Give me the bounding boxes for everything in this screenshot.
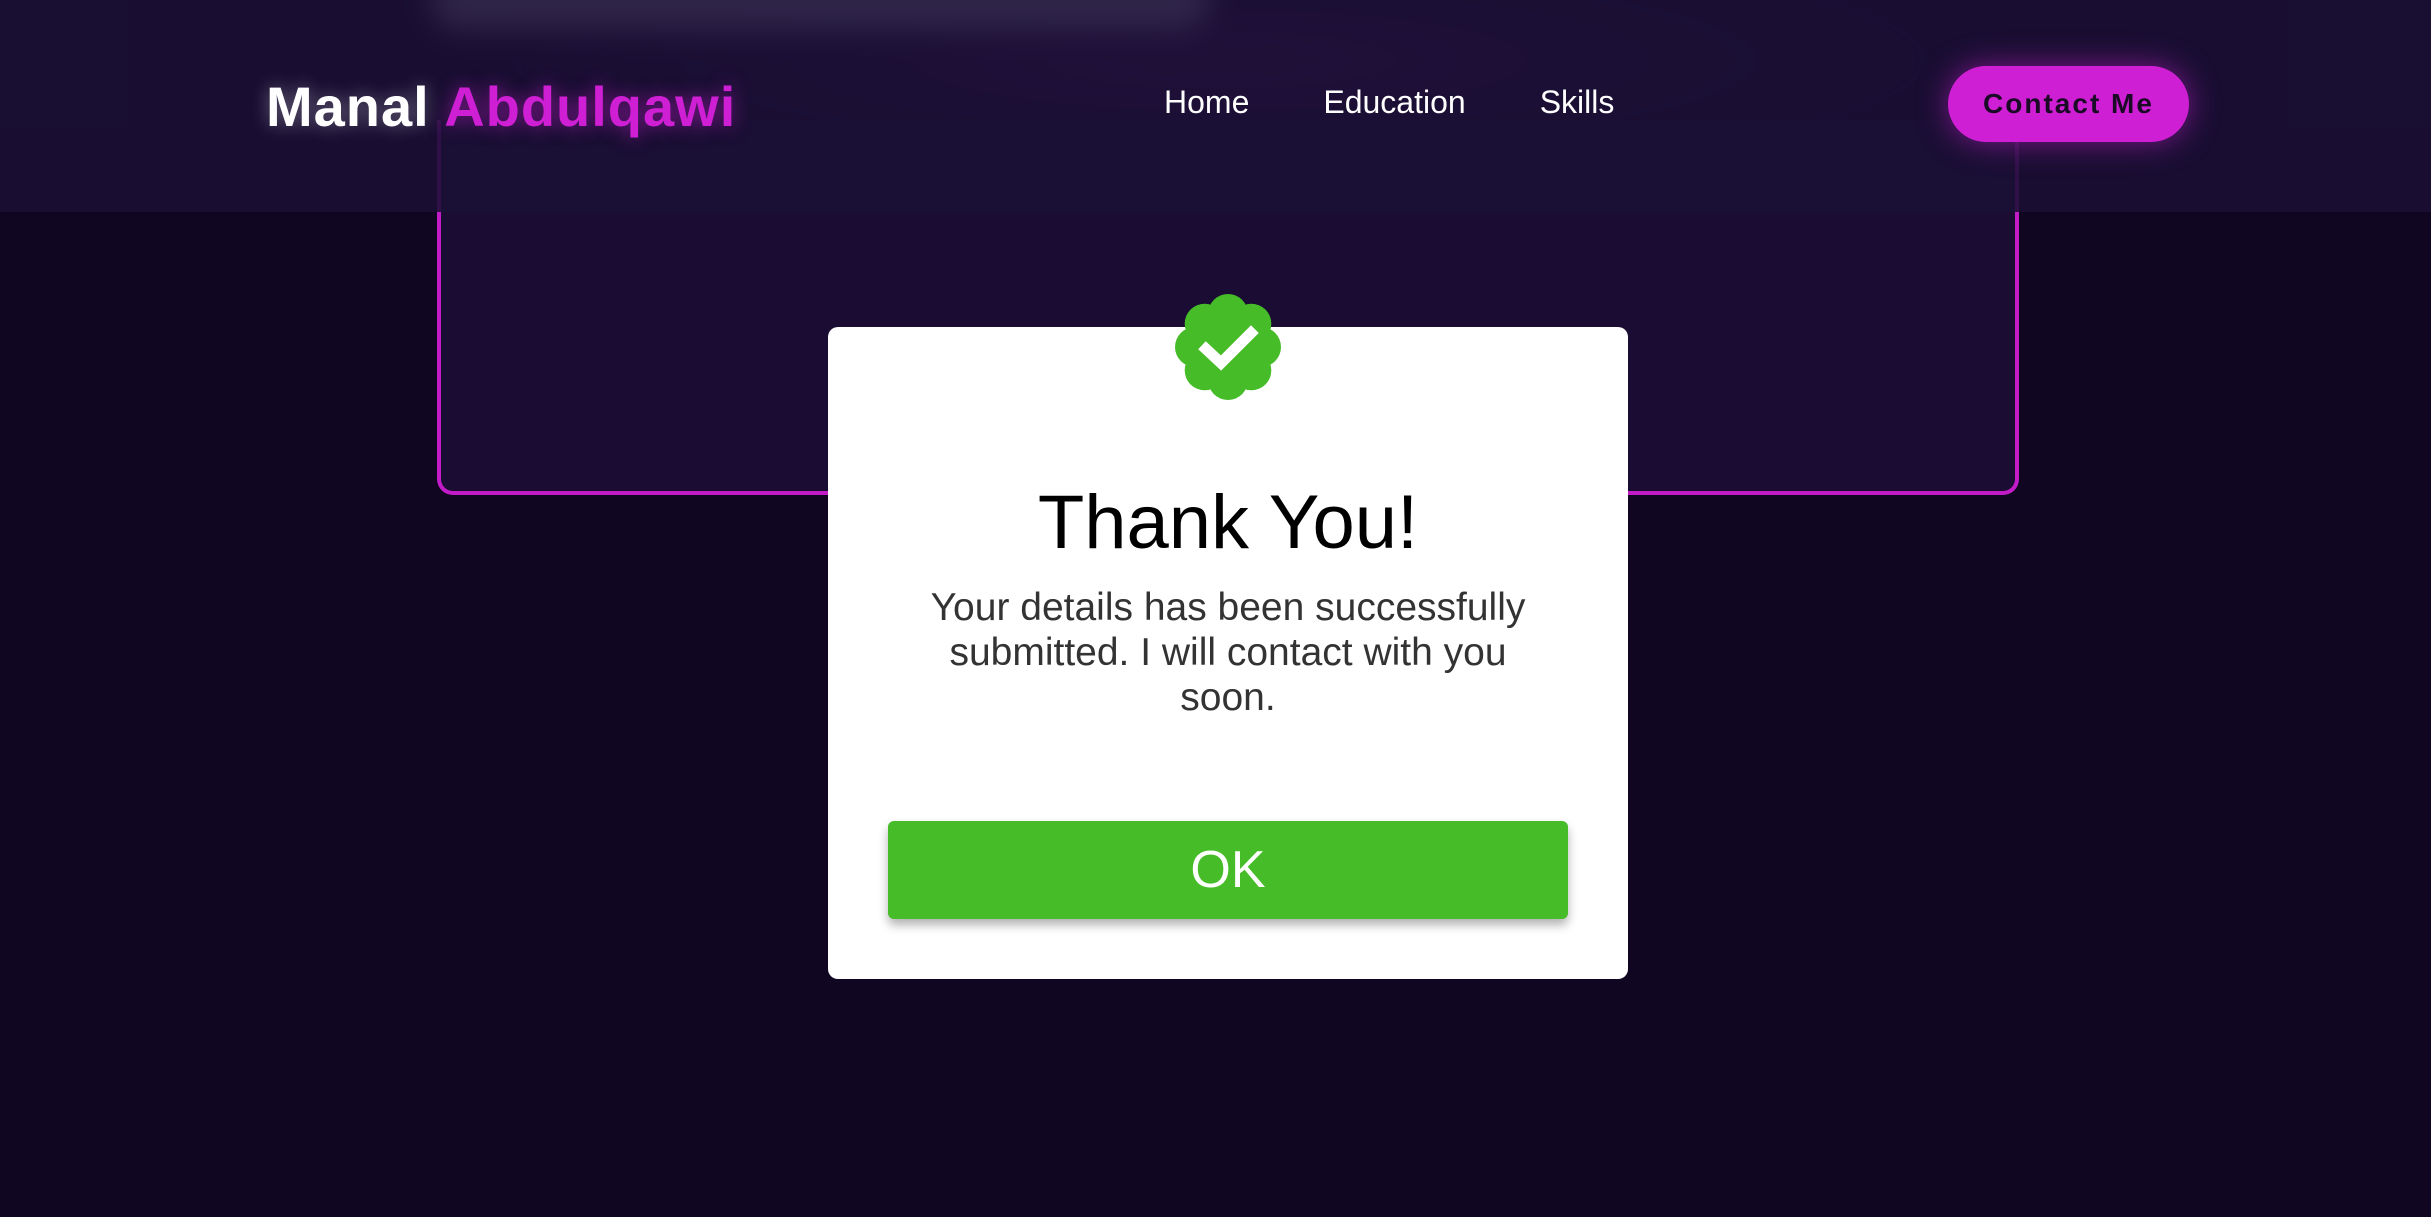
main-nav: Home Education Skills — [1164, 84, 1614, 121]
nav-skills[interactable]: Skills — [1540, 84, 1615, 121]
modal-message: Your details has been successfully submi… — [930, 586, 1526, 719]
check-badge-icon — [1175, 294, 1281, 400]
logo-last-name: Abdulqawi — [444, 75, 737, 138]
site-header: Manal Abdulqawi Home Education Skills Co… — [0, 0, 2431, 212]
nav-home[interactable]: Home — [1164, 84, 1249, 121]
logo-first-name: Manal — [266, 75, 430, 138]
contact-me-button[interactable]: Contact Me — [1948, 66, 2189, 142]
modal-title: Thank You! — [1037, 480, 1419, 565]
site-logo[interactable]: Manal Abdulqawi — [266, 74, 736, 139]
page: Manal Abdulqawi Home Education Skills Co… — [0, 0, 2431, 1217]
nav-education[interactable]: Education — [1323, 84, 1465, 121]
ok-button[interactable]: OK — [888, 821, 1568, 919]
thank-you-modal: Thank You! Your details has been success… — [828, 327, 1628, 979]
